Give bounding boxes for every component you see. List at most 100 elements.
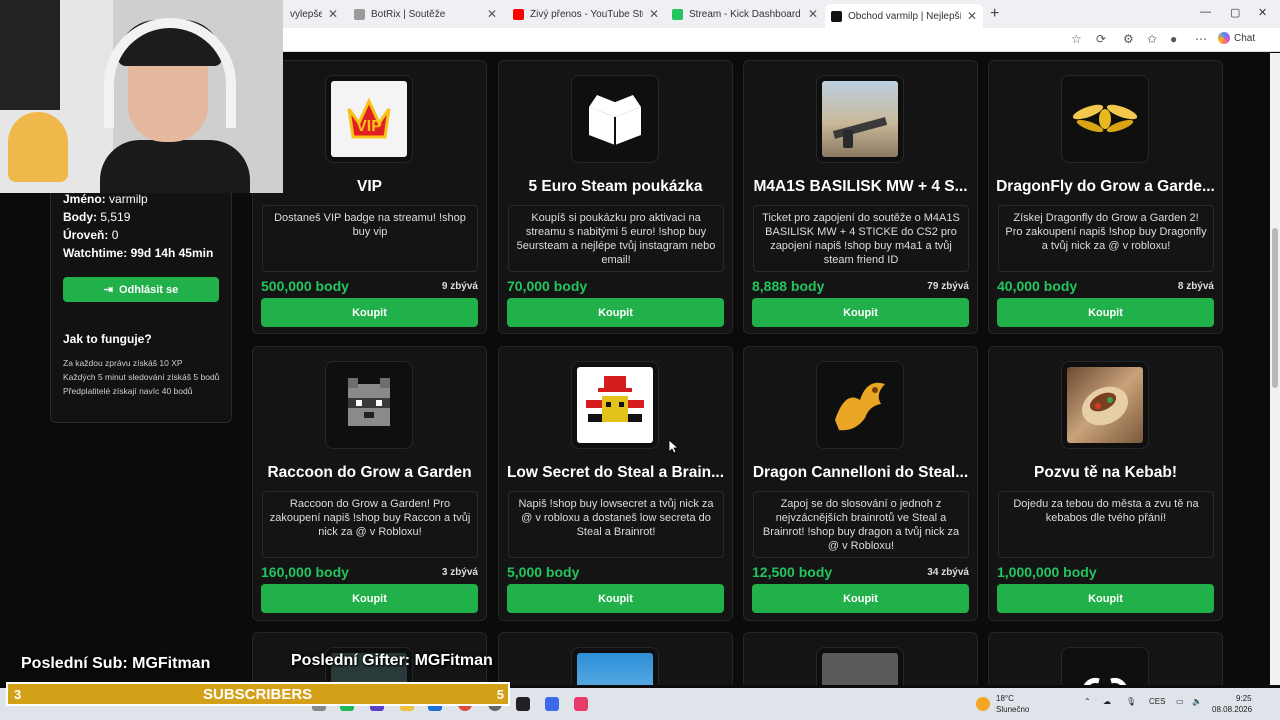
stock-remaining: 8 zbývá [1177, 281, 1214, 292]
user-points: Body: 5,519 [63, 210, 131, 224]
star-icon[interactable]: ☆ [1071, 32, 1082, 46]
stock-remaining: 3 zbývá [441, 567, 478, 578]
volume-icon[interactable]: 🔈 [1192, 697, 1202, 706]
new-tab-button[interactable]: + [990, 5, 999, 23]
page-scrollbar[interactable] [1270, 53, 1280, 685]
product-name: M4A1S BASILISK MW + 4 S... [753, 178, 968, 195]
plush-toy [8, 112, 68, 182]
product-name: Pozvu tě na Kebab! [1034, 464, 1177, 481]
extension-icon[interactable]: ⚙ [1123, 32, 1134, 46]
copilot-chat-button[interactable]: Chat [1218, 32, 1255, 44]
rifle-icon [822, 81, 898, 157]
buy-button[interactable]: Koupit [261, 584, 478, 613]
how-line: Za každou zprávu získáš 10 XP [63, 358, 183, 368]
last-gifter-label: Poslední Gifter: MGFitman [291, 652, 493, 669]
box-icon [577, 81, 653, 157]
maximize-icon[interactable]: ▢ [1230, 6, 1240, 19]
product-card: Raccoon do Grow a Garden Raccoon do Grow… [252, 346, 487, 621]
buy-button[interactable]: Koupit [752, 584, 969, 613]
weather-desc: Slunečno [996, 705, 1030, 714]
user-watchtime: Watchtime: 99d 14h 45min [63, 246, 214, 260]
close-icon[interactable]: ✕ [487, 7, 497, 21]
buy-button[interactable]: Koupit [507, 584, 724, 613]
copilot-icon [1218, 32, 1230, 44]
product-description: Koupíš si poukázku pro aktivaci na strea… [508, 205, 724, 272]
product-price: 1,000,000 body [997, 564, 1097, 580]
close-icon[interactable]: ✕ [808, 7, 818, 21]
logout-button[interactable]: ⇥ Odhlásit se [63, 277, 219, 302]
product-card: DragonFly do Grow a Garde... Získej Drag… [988, 60, 1223, 334]
clock-date[interactable]: 08.08.2026 [1212, 705, 1252, 714]
favorites-icon[interactable]: ✩ [1147, 32, 1157, 46]
product-card [498, 632, 733, 685]
how-line: Předplatitelé získají navíc 40 bodů [63, 386, 193, 396]
mic-icon[interactable]: 🎙 [1126, 697, 1136, 706]
product-description: Dostaneš VIP badge na streamu! !shop buy… [262, 205, 478, 272]
how-it-works-title: Jak to funguje? [63, 332, 152, 346]
product-card [988, 632, 1223, 685]
how-line: Každých 5 minut sledování získáš 5 bodů [63, 372, 220, 382]
network-icon[interactable]: ▭ [1176, 697, 1184, 706]
browser-tab-active[interactable]: Obchod varmilp | Nejlepší software✕ [825, 4, 983, 28]
scrollbar-thumb[interactable] [1272, 228, 1278, 388]
product-card: M4A1S BASILISK MW + 4 S... Ticket pro za… [743, 60, 978, 334]
product-card: VIP VIP Dostaneš VIP badge na streamu! !… [252, 60, 487, 334]
kebab-icon [1067, 367, 1143, 443]
raccoon-icon [331, 367, 407, 443]
buy-button[interactable]: Koupit [507, 298, 724, 327]
product-price: 40,000 body [997, 278, 1078, 294]
buy-button[interactable]: Koupit [997, 298, 1214, 327]
sub-count-goal: 5 [496, 686, 504, 702]
user-level: Úroveň: 0 [63, 228, 119, 242]
browser-tab[interactable]: Živý přenos - YouTube Studio✕ [507, 4, 665, 24]
onedrive-icon[interactable]: ☁ [1103, 697, 1111, 706]
refresh-icon[interactable]: ⟳ [1096, 32, 1106, 46]
product-price: 8,888 body [752, 278, 825, 294]
sub-goal-label: SUBSCRIBERS [203, 685, 313, 703]
minimize-icon[interactable]: — [1200, 6, 1211, 18]
language[interactable]: CES [1149, 697, 1165, 706]
browser-tab[interactable]: BotRix | Soutěže ✕ [348, 4, 503, 24]
clock-time[interactable]: 9:25 [1236, 694, 1252, 703]
browser-tab[interactable]: Stream - Kick Dashboard ✕ [666, 4, 824, 24]
stock-remaining: 9 zbývá [441, 281, 478, 292]
youtube-favicon-icon [513, 8, 524, 20]
close-icon[interactable]: ✕ [328, 7, 338, 21]
product-image [577, 653, 653, 685]
product-description: Zapoj se do slosování o jednoh z nejvzác… [753, 491, 969, 558]
product-image [822, 653, 898, 685]
product-description: Raccoon do Grow a Garden! Pro zakoupení … [262, 491, 478, 558]
buy-button[interactable]: Koupit [997, 584, 1214, 613]
stock-remaining: 79 zbývá [927, 281, 969, 292]
buy-button[interactable]: Koupit [752, 298, 969, 327]
product-price: 70,000 body [507, 278, 588, 294]
product-description: Dojedu za tebou do města a zvu tě na keb… [998, 491, 1214, 558]
product-name: Raccoon do Grow a Garden [267, 464, 472, 481]
product-price: 160,000 body [261, 564, 349, 580]
profile-icon[interactable]: ● [1170, 32, 1177, 46]
product-name: Low Secret do Steal a Brain... [506, 464, 725, 481]
product-name: Dragon Cannelloni do Steal... [752, 464, 969, 481]
app-icon[interactable] [516, 697, 530, 711]
botrix-favicon-icon [354, 8, 365, 20]
product-price: 5,000 body [507, 564, 580, 580]
buy-button[interactable]: Koupit [261, 298, 478, 327]
tray-arrow-icon[interactable]: ⌃ [1084, 697, 1091, 706]
close-icon[interactable]: ✕ [967, 9, 977, 23]
product-price: 12,500 body [752, 564, 833, 580]
weather-sun-icon [976, 697, 990, 711]
app-icon[interactable] [545, 697, 559, 711]
product-card: Low Secret do Steal a Brain... Napiš !sh… [498, 346, 733, 621]
window-close-icon[interactable]: ✕ [1258, 6, 1267, 19]
logout-icon: ⇥ [103, 284, 113, 296]
more-icon[interactable]: ⋯ [1195, 32, 1207, 46]
shop-favicon-icon [831, 10, 842, 22]
product-name: 5 Euro Steam poukázka [528, 178, 703, 195]
product-description: Získej Dragonfly do Grow a Garden 2! Pro… [998, 205, 1214, 272]
tiktok-icon[interactable] [574, 697, 588, 711]
close-icon[interactable]: ✕ [649, 7, 659, 21]
browser-tab[interactable]: vylepšení s...✕ [284, 4, 344, 24]
weather-temp: 18°C [996, 694, 1014, 703]
product-card [743, 632, 978, 685]
dragon-icon [822, 367, 898, 443]
